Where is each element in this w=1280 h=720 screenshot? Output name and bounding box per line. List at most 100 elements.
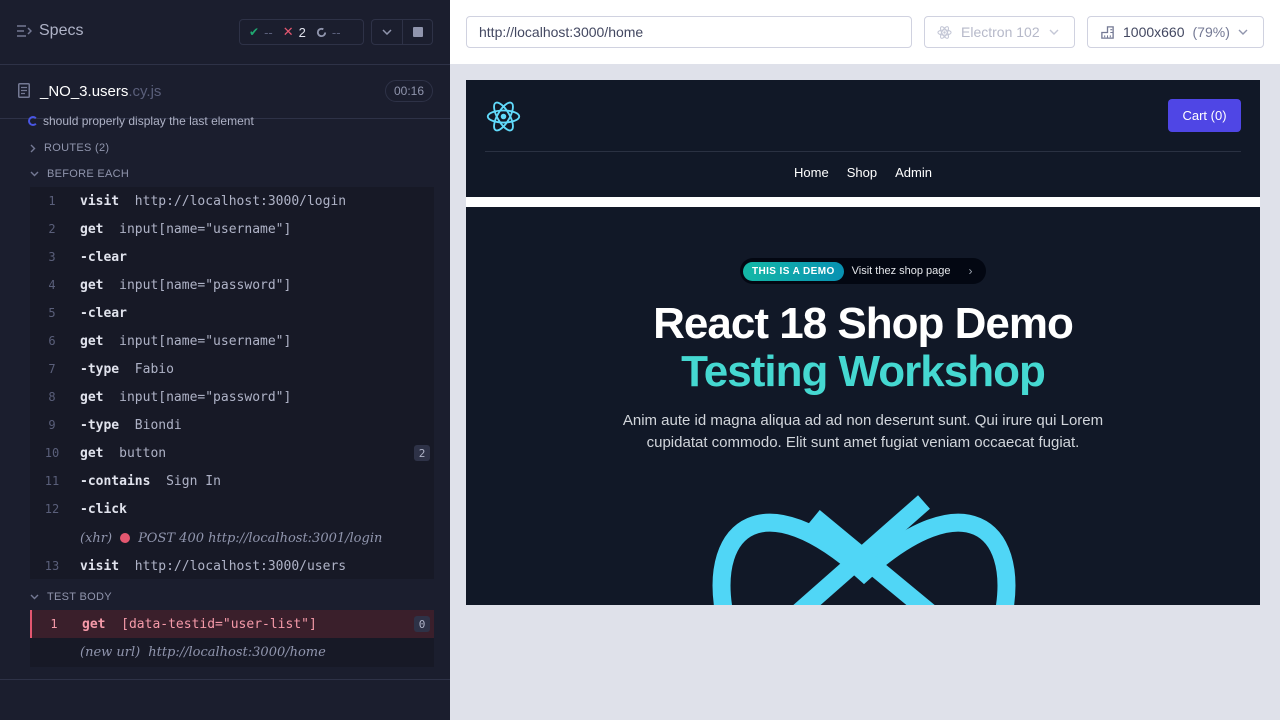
command-number: 4 [48,278,56,292]
running-spinner-icon [28,116,38,126]
command-name: get input[name="password"] [80,390,291,405]
command-argument: http://localhost:3000/login [134,193,347,209]
command-name: visit http://localhost:3000/users [80,559,346,574]
stop-icon [412,27,423,37]
chevron-right-icon: › [968,264,973,278]
command-row[interactable]: 10 get button 2 [30,439,434,467]
command-name: -click [80,502,127,517]
command-method: visit [80,558,120,574]
command-row[interactable]: 9 -type Biondi [30,411,434,439]
command-row[interactable]: 2 get input[name="username"] [30,215,434,243]
command-name: -clear [80,250,127,265]
divider-strip [466,197,1260,207]
element-count-badge: 0 [414,616,430,632]
stop-button[interactable] [403,19,433,45]
chevron-down-icon [1049,29,1059,35]
command-number: 1 [48,194,56,208]
command-name: get input[name="username"] [80,334,291,349]
electron-icon [937,25,952,39]
cart-button[interactable]: Cart (0) [1168,99,1241,132]
check-icon: ✔ [249,25,260,39]
app-navbar: Cart (0) Home Shop Admin [466,80,1260,197]
divider [485,151,1241,152]
command-method: visit [80,193,120,209]
chevron-right-icon [30,144,36,152]
command-name: -clear [80,306,127,321]
command-argument: input[name="username"] [119,333,292,349]
command-name: -type Biondi [80,418,182,433]
chevron-down-icon [382,29,392,35]
command-argument: Fabio [134,361,174,377]
command-argument: input[name="username"] [119,221,292,237]
command-argument: Biondi [134,417,182,433]
browser-selector[interactable]: Electron 102 [924,16,1075,48]
hero-section: THIS IS A DEMO Visit thez shop page › Re… [466,207,1260,605]
command-row[interactable]: 5 -clear [30,299,434,327]
command-number: 7 [48,362,56,376]
document-icon [18,83,30,98]
nav-link-shop[interactable]: Shop [847,165,877,180]
chevron-down-icon [1238,29,1248,35]
command-method: -type [80,417,120,433]
command-number: 2 [48,222,56,236]
specs-button[interactable]: Specs [16,22,83,40]
demo-announcement[interactable]: THIS IS A DEMO Visit thez shop page › [740,258,986,284]
command-number: 3 [48,250,56,264]
url-field[interactable]: http://localhost:3000/home [466,16,912,48]
specs-label: Specs [39,22,84,39]
specs-list-icon [17,25,32,37]
command-number: 10 [44,446,60,460]
nav-link-admin[interactable]: Admin [895,165,932,180]
demo-link-text: Visit thez shop page [851,265,951,277]
command-row[interactable]: 1 visit http://localhost:3000/login [30,187,434,215]
command-row[interactable]: 7 -type Fabio [30,355,434,383]
command-method: -clear [80,305,127,321]
error-dot-icon [120,533,131,543]
command-number: 6 [48,334,56,348]
command-row[interactable]: 6 get input[name="username"] [30,327,434,355]
command-argument: button [119,445,167,461]
react-logo-icon[interactable] [485,98,522,135]
command-row[interactable]: 3 -clear [30,243,434,271]
command-row[interactable]: 11 -contains Sign In [30,467,434,495]
command-method: -clear [80,249,127,265]
spec-row: _NO_3.users.cy.js 00:16 [0,66,450,119]
divider [0,679,450,680]
command-number: 9 [48,418,56,432]
command-row[interactable]: 8 get input[name="password"] [30,383,434,411]
settings-dropdown-button[interactable] [371,19,403,45]
command-row[interactable]: 12 -click [30,495,434,523]
command-name: get input[name="username"] [80,222,291,237]
test-title[interactable]: should properly display the last element [28,114,254,128]
hero-description: Anim aute id magna aliqua ad ad non dese… [622,412,1104,451]
failed-stat: ✕ 2 [282,24,306,40]
xhr-event[interactable]: (xhr) POST 400 http://localhost:3001/logi… [80,524,382,552]
command-number: 12 [44,502,60,516]
command-row-failed[interactable]: 1 get [data-testid="user-list"] 0 [30,610,434,638]
new-url-event[interactable]: (new url) http://localhost:3000/home [80,638,326,666]
test-stats: ✔ -- ✕ 2 -- [239,19,364,45]
command-method: -click [80,501,127,517]
event-type: (xhr) [80,530,113,546]
ruler-icon [1101,25,1114,39]
nav-link-home[interactable]: Home [794,165,829,180]
command-row[interactable]: 13 visit http://localhost:3000/users [30,552,434,580]
chevron-down-icon [30,171,39,177]
before-each-section-toggle[interactable]: BEFORE EACH [30,168,129,180]
command-method: get [80,445,104,461]
routes-section-toggle[interactable]: ROUTES (2) [30,142,109,154]
command-method: get [80,221,104,237]
command-method: get [80,333,104,349]
command-argument: input[name="password"] [119,277,292,293]
viewport-selector[interactable]: 1000x660 (79%) [1087,16,1264,48]
command-name: -contains Sign In [80,474,221,489]
command-row[interactable]: 4 get input[name="password"] [30,271,434,299]
test-body-section-toggle[interactable]: TEST BODY [30,591,112,603]
app-nav-links: Home Shop Admin [466,165,1260,180]
command-argument: http://localhost:3000/users [134,558,347,574]
hero-subtitle: Testing Workshop [681,347,1046,396]
demo-badge: THIS IS A DEMO [743,261,844,281]
command-argument: Sign In [166,473,221,489]
app-under-test: Cart (0) Home Shop Admin THIS IS A DEMO … [466,80,1260,605]
pending-stat: -- [316,25,341,40]
